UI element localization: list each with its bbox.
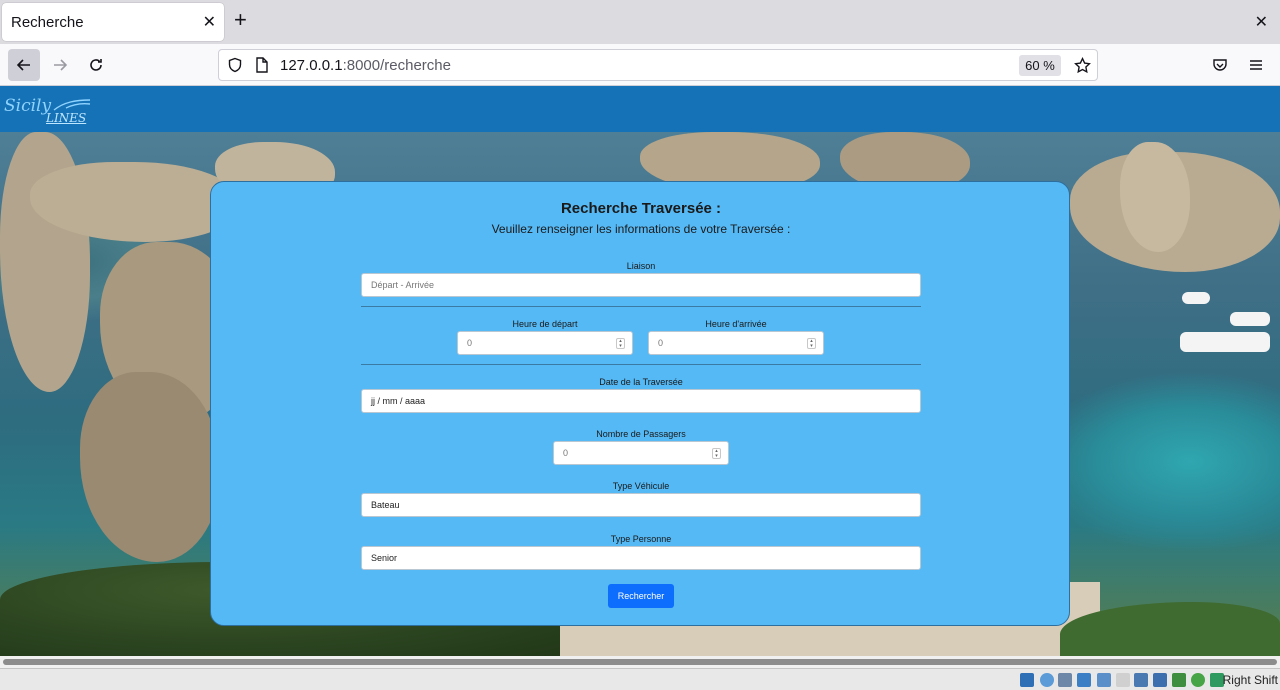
- host-key-label: Right Shift: [1222, 673, 1278, 687]
- logo-text-main: Sicily: [4, 96, 52, 116]
- logo-text-sub: LINES: [46, 111, 87, 125]
- date-label: Date de la Traversée: [599, 377, 683, 387]
- bird-icon: [53, 99, 91, 111]
- cpu-icon[interactable]: [1172, 673, 1186, 687]
- reload-icon: [90, 59, 102, 71]
- depart-value: 0: [467, 338, 473, 348]
- window-close-icon[interactable]: ✕: [1255, 12, 1268, 32]
- site-header: Sicily LINES: [0, 86, 1280, 132]
- pocket-icon[interactable]: [1212, 57, 1228, 73]
- scrollbar-thumb[interactable]: [3, 659, 1277, 665]
- url-host: 127.0.0.1: [280, 57, 343, 74]
- liaison-label: Liaison: [626, 261, 656, 271]
- passagers-spinner-icon[interactable]: ▴ ▾: [712, 448, 721, 459]
- form-title: Recherche Traversée :: [560, 200, 722, 217]
- arrivee-value: 0: [658, 338, 664, 348]
- usb-icon[interactable]: [1097, 673, 1111, 687]
- network-icon[interactable]: [1077, 673, 1091, 687]
- disk-icon[interactable]: [1020, 673, 1034, 687]
- vm-status-bar: Right Shift: [0, 668, 1280, 690]
- sicily-lines-logo[interactable]: Sicily LINES: [4, 94, 94, 126]
- passagers-value: 0: [563, 448, 569, 458]
- shield-icon[interactable]: [227, 57, 243, 73]
- web-page: Sicily LINES Recherche Traversée : Veuil…: [0, 86, 1280, 656]
- passagers-label: Nombre de Passagers: [596, 429, 686, 439]
- date-value: jj / mm / aaaa: [371, 396, 426, 406]
- liaison-placeholder: Départ - Arrivée: [371, 280, 435, 290]
- tab-close-icon[interactable]: ✕: [203, 12, 216, 32]
- back-arrow-icon: [16, 59, 30, 71]
- mouse-integration-icon[interactable]: [1191, 673, 1205, 687]
- depart-label: Heure de départ: [512, 319, 578, 329]
- personne-select[interactable]: Senior: [361, 546, 921, 570]
- forward-arrow-icon: [54, 59, 68, 71]
- zoom-level-badge[interactable]: 60 %: [1019, 55, 1061, 76]
- recording-icon[interactable]: [1153, 673, 1167, 687]
- optical-drive-icon[interactable]: [1040, 673, 1054, 687]
- rechercher-button[interactable]: Rechercher: [608, 584, 674, 608]
- form-subtitle: Veuillez renseigner les informations de …: [491, 222, 791, 236]
- tab-title: Recherche: [11, 14, 84, 31]
- arrivee-label: Heure d'arrivée: [705, 319, 767, 329]
- date-input[interactable]: jj / mm / aaaa: [361, 389, 921, 413]
- new-tab-icon[interactable]: +: [234, 9, 247, 31]
- display-icon[interactable]: [1134, 673, 1148, 687]
- browser-tab[interactable]: Recherche ✕: [2, 3, 224, 41]
- url-text[interactable]: 127.0.0.1:8000/recherche: [280, 57, 451, 74]
- arrivee-time-input[interactable]: 0 ▴ ▾: [648, 331, 824, 355]
- boat: [1230, 312, 1270, 326]
- navigation-bar: 127.0.0.1:8000/recherche 60 %: [0, 44, 1280, 86]
- bookmark-star-icon[interactable]: [1074, 57, 1091, 74]
- depart-time-input[interactable]: 0 ▴ ▾: [457, 331, 633, 355]
- search-form-card: Recherche Traversée : Veuillez renseigne…: [210, 181, 1070, 626]
- passagers-input[interactable]: 0 ▴ ▾: [553, 441, 729, 465]
- liaison-input[interactable]: Départ - Arrivée: [361, 273, 921, 297]
- divider: [361, 306, 921, 307]
- back-button[interactable]: [8, 49, 40, 81]
- hamburger-menu-icon[interactable]: [1248, 57, 1264, 73]
- tab-bar: Recherche ✕ + ✕: [0, 0, 1280, 44]
- rock-formation: [80, 372, 220, 562]
- audio-icon[interactable]: [1058, 673, 1072, 687]
- vehicule-label: Type Véhicule: [612, 481, 670, 491]
- divider: [361, 364, 921, 365]
- forward-button[interactable]: [44, 49, 76, 81]
- depart-spinner-icon[interactable]: ▴ ▾: [616, 338, 625, 349]
- url-path: :8000/recherche: [342, 57, 451, 74]
- arrivee-spinner-icon[interactable]: ▴ ▾: [807, 338, 816, 349]
- horizontal-scrollbar[interactable]: [0, 656, 1280, 668]
- personne-value: Senior: [371, 553, 398, 563]
- boat: [1180, 332, 1270, 352]
- reload-button[interactable]: [80, 49, 112, 81]
- page-info-icon[interactable]: [255, 57, 269, 73]
- boat: [1182, 292, 1210, 304]
- vehicule-select[interactable]: Bateau: [361, 493, 921, 517]
- personne-label: Type Personne: [610, 534, 672, 544]
- url-bar[interactable]: 127.0.0.1:8000/recherche 60 %: [218, 49, 1098, 81]
- vehicule-value: Bateau: [371, 500, 400, 510]
- shared-folder-icon[interactable]: [1116, 673, 1130, 687]
